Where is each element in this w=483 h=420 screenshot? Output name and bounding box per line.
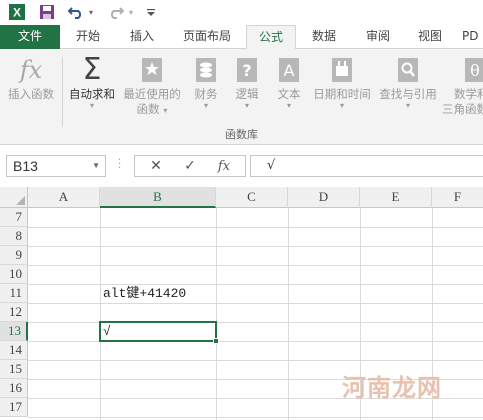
gridline [28, 303, 483, 304]
quick-access-toolbar: X ▾ ▾ [0, 0, 483, 25]
watermark: 河南龙网 [342, 374, 442, 402]
svg-text:?: ? [242, 61, 251, 80]
gridline [28, 227, 483, 228]
gridline [28, 284, 483, 285]
enter-icon[interactable]: ✓ [175, 156, 205, 176]
column-header-d[interactable]: D [288, 187, 360, 208]
logical-button[interactable]: ? 逻辑 ▾ [228, 55, 266, 121]
chevron-down-icon: ▾ [339, 101, 344, 110]
customize-icon[interactable] [144, 2, 158, 22]
row-header[interactable]: 14 [0, 341, 28, 360]
undo-icon[interactable] [66, 2, 86, 22]
tab-data[interactable]: 数据 [298, 25, 350, 49]
gridline [28, 417, 483, 418]
tab-formulas[interactable]: 公式 [246, 25, 296, 50]
gridline [216, 208, 217, 420]
name-box[interactable]: B13 ▼ [6, 155, 106, 177]
chevron-down-icon: ▾ [286, 101, 291, 110]
row-header[interactable]: 16 [0, 379, 28, 398]
row-header[interactable]: 10 [0, 265, 28, 284]
gridline [28, 265, 483, 266]
text-book-icon: A [274, 55, 304, 85]
formula-buttons: ✕ ✓ fx [134, 155, 246, 177]
svg-text:A: A [284, 61, 295, 80]
column-header-f[interactable]: F [432, 187, 483, 208]
row-header-selected[interactable]: 13 [0, 322, 28, 341]
gridline [100, 208, 101, 420]
magnifier-book-icon [393, 55, 423, 85]
sigma-icon: Σ [82, 52, 102, 87]
gridline [288, 208, 289, 420]
save-icon[interactable] [36, 2, 58, 22]
cell-b11[interactable]: alt键+41420 [103, 285, 186, 303]
row-header[interactable]: 8 [0, 227, 28, 246]
svg-text:X: X [13, 6, 21, 20]
formula-bar: B13 ▼ · · · ✕ ✓ fx √ [0, 145, 483, 187]
active-cell-selection[interactable] [99, 321, 219, 344]
gridline [28, 246, 483, 247]
ribbon-formulas: fx 插入函数 Σ 自动求和 ▾ 最近使用的 函数 ▾ 财务 ▾ ? 逻辑 ▾ … [0, 49, 483, 145]
chevron-down-icon: ▾ [203, 101, 208, 110]
math-trig-button[interactable]: θ 数学和 三角函数 [442, 55, 483, 121]
tab-insert[interactable]: 插入 [116, 25, 168, 49]
chevron-down-icon: ▾ [405, 101, 410, 110]
coins-icon [191, 55, 221, 85]
fill-handle[interactable] [213, 338, 219, 344]
tab-page-layout[interactable]: 页面布局 [170, 25, 244, 49]
tab-review[interactable]: 审阅 [352, 25, 404, 49]
row-header[interactable]: 15 [0, 360, 28, 379]
gridline [28, 341, 483, 342]
fx-icon: fx [19, 56, 43, 84]
calendar-icon [327, 55, 357, 85]
undo-dropdown-icon[interactable]: ▾ [86, 2, 96, 22]
excel-icon: X [6, 2, 28, 22]
column-header-a[interactable]: A [28, 187, 100, 208]
column-header-b[interactable]: B [100, 187, 216, 208]
row-header[interactable]: 11 [0, 284, 28, 303]
chevron-down-icon: ▾ [89, 101, 94, 110]
insert-function-button[interactable]: fx 插入函数 [2, 55, 60, 121]
ribbon-tabs: 文件 开始 插入 页面布局 公式 数据 审阅 视图 PD [0, 25, 483, 50]
chevron-down-icon[interactable]: ▼ [92, 156, 100, 176]
text-button[interactable]: A 文本 ▾ [270, 55, 308, 121]
row-header[interactable]: 9 [0, 246, 28, 265]
tab-file[interactable]: 文件 [0, 25, 60, 49]
drag-handle-icon[interactable]: · · · [118, 156, 121, 174]
insert-function-icon[interactable]: fx [209, 156, 239, 176]
select-all-button[interactable] [0, 187, 28, 208]
date-time-button[interactable]: 日期和时间 ▾ [310, 55, 374, 121]
function-library-label: 函数库 [225, 128, 258, 141]
formula-input[interactable]: √ [250, 155, 483, 177]
theta-book-icon: θ [460, 55, 483, 85]
gridline [28, 360, 483, 361]
cancel-icon[interactable]: ✕ [141, 156, 171, 176]
tab-pdf[interactable]: PD [462, 25, 483, 49]
row-header[interactable]: 12 [0, 303, 28, 322]
star-book-icon [137, 55, 167, 85]
recently-used-button[interactable]: 最近使用的 函数 ▾ [120, 55, 184, 121]
redo-dropdown-icon[interactable]: ▾ [126, 2, 136, 22]
gridline [28, 322, 483, 323]
financial-button[interactable]: 财务 ▾ [186, 55, 226, 121]
row-header[interactable]: 17 [0, 398, 28, 417]
autosum-button[interactable]: Σ 自动求和 ▾ [64, 55, 120, 121]
row-header[interactable]: 7 [0, 208, 28, 227]
chevron-down-icon: ▾ [244, 101, 249, 110]
redo-icon[interactable] [106, 2, 126, 22]
tab-view[interactable]: 视图 [406, 25, 454, 49]
question-book-icon: ? [232, 55, 262, 85]
svg-text:θ: θ [470, 61, 480, 80]
lookup-reference-button[interactable]: 查找与引用 ▾ [374, 55, 442, 121]
column-header-e[interactable]: E [360, 187, 432, 208]
ribbon-separator [62, 57, 63, 127]
tab-home[interactable]: 开始 [62, 25, 114, 49]
column-header-c[interactable]: C [216, 187, 288, 208]
